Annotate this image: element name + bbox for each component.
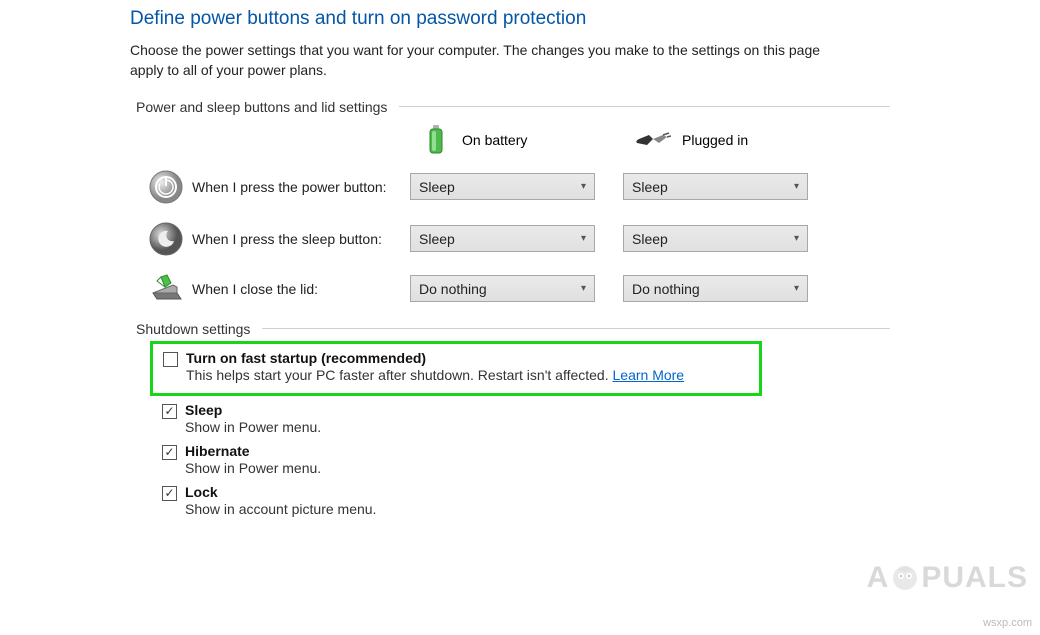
select-value: Sleep: [632, 231, 668, 247]
sleep-checkbox[interactable]: ✓: [162, 404, 177, 419]
row-close-lid: When I close the lid: Do nothing ▾ Do no…: [146, 273, 880, 305]
chevron-down-icon: ▾: [581, 181, 586, 192]
plug-icon: [632, 129, 672, 151]
row-power-button-label: When I press the power button:: [186, 179, 410, 195]
chevron-down-icon: ▾: [581, 233, 586, 244]
brand-logo-icon: [891, 564, 919, 592]
hibernate-checkbox[interactable]: ✓: [162, 445, 177, 460]
chevron-down-icon: ▾: [794, 233, 799, 244]
sleep-desc: Show in Power menu.: [185, 419, 321, 435]
select-value: Do nothing: [419, 281, 487, 297]
column-headers: On battery Plugged in: [420, 125, 880, 155]
learn-more-link[interactable]: Learn More: [613, 367, 685, 383]
plugged-in-label: Plugged in: [682, 132, 748, 148]
row-sleep-button-label: When I press the sleep button:: [186, 231, 410, 247]
row-sleep-button: When I press the sleep button: Sleep ▾ S…: [146, 221, 880, 257]
row-close-lid-label: When I close the lid:: [186, 281, 410, 297]
lock-desc: Show in account picture menu.: [185, 501, 376, 517]
power-button-battery-select[interactable]: Sleep ▾: [410, 173, 595, 200]
site-watermark: wsxp.com: [983, 617, 1032, 629]
chevron-down-icon: ▾: [794, 283, 799, 294]
lid-icon: [146, 273, 186, 305]
sleep-option: ✓ Sleep Show in Power menu.: [162, 402, 880, 435]
select-value: Sleep: [632, 179, 668, 195]
section-label: Shutdown settings: [136, 321, 250, 337]
battery-icon: [420, 125, 452, 155]
on-battery-header: On battery: [420, 125, 600, 155]
hibernate-desc: Show in Power menu.: [185, 460, 321, 476]
select-value: Do nothing: [632, 281, 700, 297]
sleep-button-battery-select[interactable]: Sleep ▾: [410, 225, 595, 252]
on-battery-label: On battery: [462, 132, 527, 148]
page-title: Define power buttons and turn on passwor…: [130, 8, 880, 30]
sleep-button-icon: [146, 221, 186, 257]
plugged-in-header: Plugged in: [632, 129, 812, 151]
fast-startup-title: Turn on fast startup (recommended): [186, 350, 684, 366]
sleep-title: Sleep: [185, 402, 321, 418]
brand-watermark: A PUALS: [867, 561, 1028, 595]
lock-option: ✓ Lock Show in account picture menu.: [162, 484, 880, 517]
fast-startup-desc: This helps start your PC faster after sh…: [186, 367, 684, 383]
section-power-buttons-title: Power and sleep buttons and lid settings: [136, 99, 880, 115]
fast-startup-checkbox[interactable]: [163, 352, 178, 367]
chevron-down-icon: ▾: [581, 283, 586, 294]
page-description: Choose the power settings that you want …: [130, 40, 850, 81]
sleep-button-plugged-select[interactable]: Sleep ▾: [623, 225, 808, 252]
hibernate-option: ✓ Hibernate Show in Power menu.: [162, 443, 880, 476]
brand-text-a: A: [867, 561, 890, 595]
hibernate-title: Hibernate: [185, 443, 321, 459]
power-button-icon: [146, 169, 186, 205]
lock-title: Lock: [185, 484, 376, 500]
select-value: Sleep: [419, 231, 455, 247]
brand-text-b: PUALS: [921, 561, 1028, 595]
lid-plugged-select[interactable]: Do nothing ▾: [623, 275, 808, 302]
row-power-button: When I press the power button: Sleep ▾ S…: [146, 169, 880, 205]
section-shutdown-title: Shutdown settings: [136, 321, 880, 337]
section-label: Power and sleep buttons and lid settings: [136, 99, 387, 115]
desc-text: This helps start your PC faster after sh…: [186, 367, 613, 383]
fast-startup-option: Turn on fast startup (recommended) This …: [163, 350, 749, 383]
lock-checkbox[interactable]: ✓: [162, 486, 177, 501]
chevron-down-icon: ▾: [794, 181, 799, 192]
lid-battery-select[interactable]: Do nothing ▾: [410, 275, 595, 302]
fast-startup-highlight: Turn on fast startup (recommended) This …: [150, 341, 762, 396]
select-value: Sleep: [419, 179, 455, 195]
power-button-plugged-select[interactable]: Sleep ▾: [623, 173, 808, 200]
